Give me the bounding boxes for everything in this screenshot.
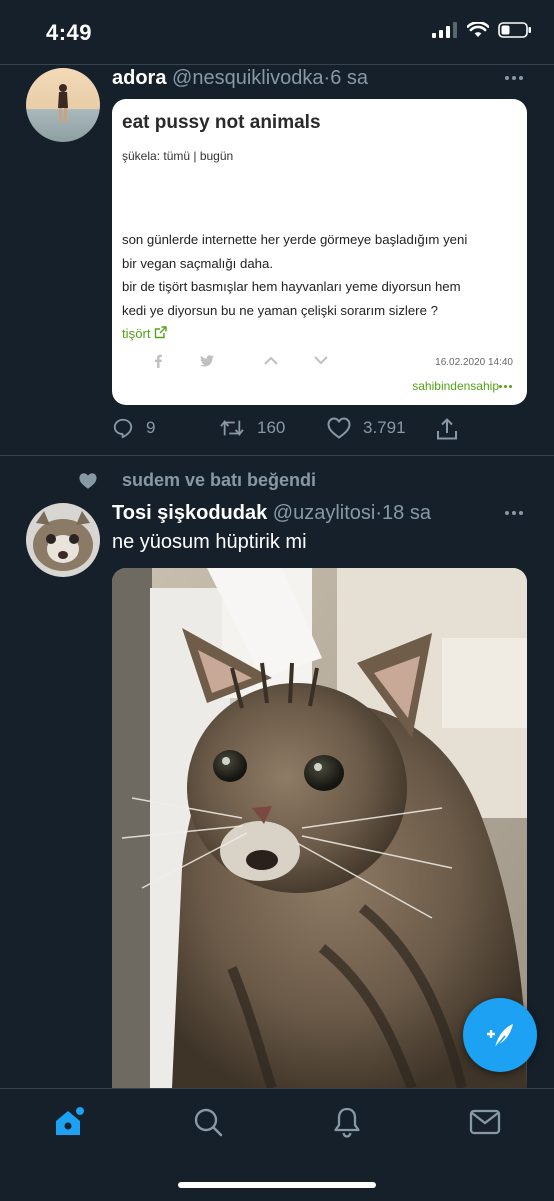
clock: 4:49 <box>46 20 93 45</box>
messages-icon <box>469 1109 501 1135</box>
cat-photo <box>112 568 527 1088</box>
status-bar: 4:49 <box>0 0 554 66</box>
like-button[interactable]: 3.791 <box>327 417 406 439</box>
heart-filled-icon <box>79 472 97 489</box>
card-date: 16.02.2020 14:40 <box>435 357 513 368</box>
card-author: sahibindensahip <box>412 379 499 393</box>
compose-feather-icon <box>487 1024 513 1049</box>
tweet-header: adora @nesquiklivodka·6 sa <box>112 67 368 90</box>
home-icon <box>56 1107 84 1135</box>
reply-icon <box>113 418 133 439</box>
card-filter: şükela: tümü | bugün <box>122 149 234 163</box>
status-icons <box>432 22 532 38</box>
tweet-time[interactable]: 6 sa <box>330 67 368 89</box>
tweet-text: ne yüosum hüptirik mi <box>112 531 307 553</box>
card-body-line: bir vegan saçmalığı daha. <box>122 255 274 271</box>
tab-notifications[interactable] <box>330 1105 364 1139</box>
tweet-header: Tosi şişkodudak @uzaylitosi·18 sa <box>112 502 431 525</box>
header-divider <box>0 64 554 65</box>
card-body: son günlerde internette her yerde görmey… <box>122 228 517 346</box>
more-options-icon[interactable] <box>505 75 525 81</box>
author-handle[interactable]: @nesquiklivodka <box>172 67 324 89</box>
home-indicator <box>178 1182 376 1188</box>
notifications-icon <box>334 1107 360 1138</box>
card-body-line: kedi ye diyorsun bu ne yaman çelişki sor… <box>122 302 438 318</box>
liked-by-text: sudem ve batı beğendi <box>122 470 317 490</box>
avatar-photo <box>26 503 100 577</box>
reply-count: 9 <box>146 418 156 437</box>
tab-home[interactable] <box>52 1105 86 1139</box>
tweet-time[interactable]: 18 sa <box>382 502 431 524</box>
cellular-signal-icon <box>432 22 457 38</box>
more-options-icon[interactable] <box>505 510 525 516</box>
tweet-image-card[interactable]: eat pussy not animals şükela: tümü | bug… <box>112 99 527 405</box>
share-button[interactable] <box>436 417 458 441</box>
avatar[interactable] <box>26 68 100 142</box>
tab-search[interactable] <box>191 1105 225 1139</box>
author-name[interactable]: adora <box>112 67 166 89</box>
avatar[interactable] <box>26 503 100 577</box>
tweet-actions: 9 160 3.791 <box>0 415 554 445</box>
search-icon <box>194 1108 223 1137</box>
like-count: 3.791 <box>363 418 406 437</box>
compose-tweet-button[interactable] <box>463 998 537 1072</box>
wifi-icon <box>467 22 489 37</box>
retweet-button[interactable]: 160 <box>219 417 285 439</box>
downvote-chevron-icon <box>314 356 328 365</box>
card-body-line: bir de tişört basmışlar hem hayvanları y… <box>122 279 461 294</box>
battery-icon <box>498 22 531 38</box>
author-handle[interactable]: @uzaylitosi <box>273 502 376 524</box>
card-author-name: sahibindensahip <box>412 379 499 393</box>
tweet-photo[interactable] <box>112 568 527 1088</box>
share-icon <box>437 418 457 440</box>
social-context[interactable]: sudem ve batı beğendi <box>78 470 316 491</box>
twitter-bird-icon <box>200 355 214 367</box>
retweet-count: 160 <box>257 418 286 437</box>
external-link-icon <box>155 326 167 339</box>
retweet-icon <box>220 420 244 436</box>
avatar-photo <box>26 68 100 142</box>
reply-button[interactable]: 9 <box>112 417 155 439</box>
card-body-line: son günlerde internette her yerde görmey… <box>122 232 468 247</box>
facebook-icon <box>155 354 162 368</box>
tweet-divider <box>0 455 554 456</box>
heart-icon <box>327 417 351 439</box>
tab-messages[interactable] <box>468 1105 502 1139</box>
card-title: eat pussy not animals <box>122 112 321 133</box>
card-more-icon <box>499 385 513 389</box>
card-link: tişört <box>122 326 151 341</box>
upvote-chevron-icon <box>264 356 278 365</box>
author-name[interactable]: Tosi şişkodudak <box>112 502 267 524</box>
